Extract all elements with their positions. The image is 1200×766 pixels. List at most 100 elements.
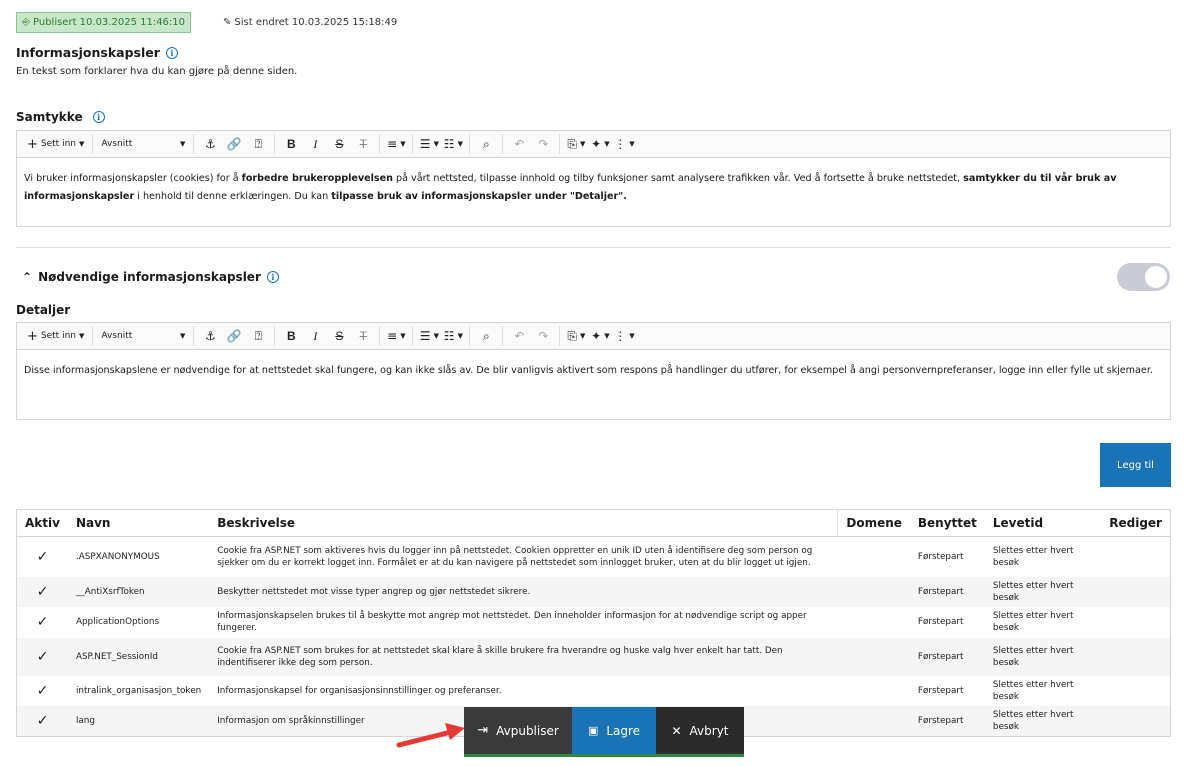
toolbar-separator <box>379 134 381 154</box>
strikethrough-icon[interactable]: S <box>327 133 351 155</box>
unpublish-label: Avpubliser <box>496 723 559 738</box>
active-check-icon[interactable]: ✓ <box>16 576 68 607</box>
edit-cell[interactable] <box>1101 637 1171 676</box>
italic-icon[interactable]: I <box>303 133 327 155</box>
search-replace-icon[interactable]: ⌕ <box>474 133 498 155</box>
table-row[interactable]: ✓ __AntiXsrfToken Beskytter nettstedet m… <box>16 576 1171 607</box>
last-edited-label: Sist endret 10.03.2025 15:18:49 <box>234 17 398 28</box>
bold-icon[interactable]: B <box>279 325 303 347</box>
help-box-icon[interactable]: ⍰ <box>246 325 270 347</box>
chevron-up-icon[interactable]: ⌃ <box>22 270 32 284</box>
more-options-icon[interactable]: ⋮ ▼ <box>612 325 636 347</box>
consent-text[interactable]: Vi bruker informasjonskapsler (cookies) … <box>17 158 1170 218</box>
info-icon[interactable]: i <box>266 271 279 283</box>
chevron-down-icon: ▼ <box>579 332 586 340</box>
search-replace-icon[interactable]: ⌕ <box>474 325 498 347</box>
format-select[interactable]: Avsnitt ▼ <box>97 133 189 155</box>
active-check-icon[interactable]: ✓ <box>16 637 68 676</box>
more-options-icon[interactable]: ⋮ ▼ <box>612 133 636 155</box>
anchor-icon[interactable]: ⚓ <box>198 133 222 155</box>
active-check-icon[interactable]: ✓ <box>17 607 68 638</box>
chevron-down-icon: ▼ <box>604 332 610 340</box>
consent-text-bold: tilpasse bruk av informasjonskapsler und… <box>331 191 627 202</box>
edit-cell[interactable] <box>1101 537 1170 577</box>
cookie-description: Cookie fra ASP.NET som aktiveres hvis du… <box>217 545 813 568</box>
table-row[interactable]: ✓ ASP.NET_SessionId Cookie fra ASP.NET s… <box>16 637 1171 676</box>
format-select[interactable]: Avsnitt ▼ <box>97 325 189 347</box>
table-header-row: Aktiv Navn Beskrivelse Domene Benyttet L… <box>16 509 1171 537</box>
chevron-down-icon: ▼ <box>78 332 85 340</box>
magic-wand-icon[interactable]: ✦ ▼ <box>588 325 612 347</box>
cancel-label: Avbryt <box>689 723 729 738</box>
table-row[interactable]: ✓ intralink_organisasjon_token Informasj… <box>17 676 1171 706</box>
bold-icon[interactable]: B <box>279 133 303 155</box>
header-description: Beskrivelse <box>209 509 838 537</box>
redo-icon[interactable]: ↷ <box>531 325 555 347</box>
consent-text-part: på vårt nettsted, tilpasse innhold og ti… <box>392 173 964 184</box>
undo-icon[interactable]: ↶ <box>507 325 531 347</box>
template-icon[interactable]: ⎘ ▼ <box>564 325 588 347</box>
consent-label-text: Samtykke <box>16 110 83 124</box>
add-button[interactable]: Legg til <box>1100 443 1171 487</box>
magic-wand-icon[interactable]: ✦ ▼ <box>588 133 612 155</box>
consent-text-part: i henhold til denne erklæringen. Du kan <box>134 191 332 202</box>
cookie-domain <box>837 705 910 736</box>
format-label: Avsnitt <box>101 139 133 149</box>
cookie-lifetime: Slettes etter hvert besøk <box>984 705 1102 736</box>
bullet-list-icon[interactable]: ☰ ▼ <box>417 133 441 155</box>
info-icon[interactable]: i <box>165 46 178 59</box>
redo-icon[interactable]: ↷ <box>531 133 555 155</box>
cookie-name: ApplicationOptions <box>75 617 160 627</box>
chevron-down-icon: ▼ <box>629 140 635 148</box>
necessary-title: Nødvendige informasjonskapsler <box>38 270 261 284</box>
save-button[interactable]: ▣ Lagre <box>572 707 656 754</box>
necessary-toggle[interactable] <box>1117 263 1170 291</box>
insert-dropdown[interactable]: + Sett inn ▼ <box>23 325 88 347</box>
page-title: Informasjonskapsler i <box>16 45 178 60</box>
numbered-list-icon[interactable]: ☷ ▼ <box>441 133 465 155</box>
cookies-table: Aktiv Navn Beskrivelse Domene Benyttet L… <box>16 509 1171 737</box>
chevron-down-icon: ▼ <box>579 140 586 148</box>
clear-format-icon[interactable]: T <box>351 133 375 155</box>
active-check-icon[interactable]: ✓ <box>16 705 68 736</box>
toolbar-separator <box>559 134 561 154</box>
anchor-icon[interactable]: ⚓ <box>198 325 222 347</box>
align-icon[interactable]: ≡ ▼ <box>384 133 408 155</box>
cookie-domain <box>838 607 910 638</box>
undo-icon[interactable]: ↶ <box>507 133 531 155</box>
chevron-down-icon: ▼ <box>604 140 610 148</box>
link-icon[interactable]: 🔗 <box>222 133 246 155</box>
cancel-button[interactable]: ✕ Avbryt <box>656 707 744 754</box>
align-icon[interactable]: ≡ ▼ <box>384 325 408 347</box>
active-check-icon[interactable]: ✓ <box>17 676 68 706</box>
toolbar-separator <box>412 134 414 154</box>
bullet-list-icon[interactable]: ☰ ▼ <box>417 325 441 347</box>
close-icon: ✕ <box>671 723 682 738</box>
action-bar: ⇥ Avpubliser ▣ Lagre ✕ Avbryt <box>464 707 744 757</box>
plus-icon: + <box>27 328 38 344</box>
clear-format-icon[interactable]: T <box>351 325 375 347</box>
template-icon[interactable]: ⎘ ▼ <box>564 133 588 155</box>
cookie-name: .ASPXANONYMOUS <box>75 551 160 562</box>
published-badge: ⎆ Publisert 10.03.2025 11:46:10 <box>16 12 192 33</box>
unpublish-button[interactable]: ⇥ Avpubliser <box>464 707 572 754</box>
table-row[interactable]: ✓ .ASPXANONYMOUS Cookie fra ASP.NET som … <box>17 537 1171 577</box>
info-icon[interactable]: i <box>92 111 105 123</box>
italic-icon[interactable]: I <box>303 325 327 347</box>
edit-cell[interactable] <box>1101 607 1170 638</box>
help-box-icon[interactable]: ⍰ <box>246 133 270 155</box>
edit-cell[interactable] <box>1101 705 1171 736</box>
active-check-icon[interactable]: ✓ <box>17 537 68 577</box>
edit-cell[interactable] <box>1101 676 1170 706</box>
edit-cell[interactable] <box>1101 576 1171 607</box>
necessary-header[interactable]: ⌃ Nødvendige informasjonskapsler i <box>22 270 279 284</box>
numbered-list-icon[interactable]: ☷ ▼ <box>441 325 465 347</box>
insert-dropdown[interactable]: + Sett inn ▼ <box>23 133 88 155</box>
toolbar-separator <box>193 326 195 346</box>
chevron-down-icon: ▼ <box>457 140 463 148</box>
link-icon[interactable]: 🔗 <box>222 325 246 347</box>
table-row[interactable]: ✓ ApplicationOptions Informasjonskapsele… <box>17 607 1171 638</box>
details-text[interactable]: Disse informasjonskapslene er nødvendige… <box>17 350 1170 392</box>
cookie-domain <box>838 676 910 706</box>
strikethrough-icon[interactable]: S <box>327 325 351 347</box>
